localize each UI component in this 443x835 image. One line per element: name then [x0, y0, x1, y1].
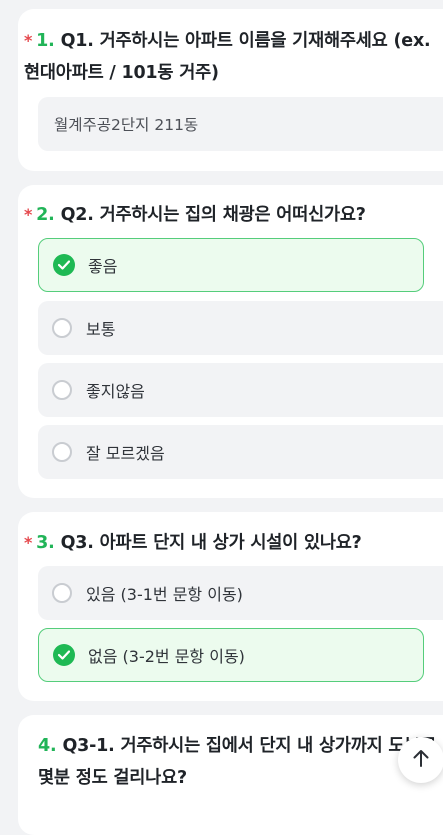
question-text: Q3. 아파트 단지 내 상가 시설이 있나요?	[60, 533, 362, 553]
question-text-line2: 몇분 정도 걸리나요?	[38, 768, 187, 788]
question-text-line2: 현대아파트 / 101동 거주)	[24, 63, 219, 83]
option-yes-facility[interactable]: 있음 (3-1번 문항 이동)	[38, 566, 443, 620]
question-title-4: 4. Q3-1. 거주하시는 집에서 단지 내 상가까지 도보로 몇분 정도 걸리…	[38, 730, 443, 794]
question-number: 3.	[36, 533, 55, 553]
required-mark: *	[24, 533, 33, 552]
question-text-line1: Q3-1. 거주하시는 집에서 단지 내 상가까지 도보로	[62, 736, 437, 756]
apartment-name-value: 월계주공2단지 211동	[54, 116, 199, 134]
question-text: Q2. 거주하시는 집의 채광은 어떠신가요?	[60, 205, 366, 225]
check-circle-icon	[53, 644, 75, 666]
radio-empty-icon	[52, 442, 72, 462]
option-label: 있음 (3-1번 문항 이동)	[86, 585, 243, 604]
question-title-3: * 3. Q3. 아파트 단지 내 상가 시설이 있나요?	[24, 527, 443, 559]
arrow-up-icon	[412, 748, 430, 772]
radio-empty-icon	[52, 380, 72, 400]
radio-empty-icon	[52, 318, 72, 338]
required-mark: *	[24, 31, 33, 50]
option-no-facility[interactable]: 없음 (3-2번 문항 이동)	[38, 628, 424, 682]
question-number: 2.	[36, 205, 55, 225]
option-label: 없음 (3-2번 문항 이동)	[88, 647, 245, 666]
question-card-2: * 2. Q2. 거주하시는 집의 채광은 어떠신가요? 좋음 보통 좋지않음 잘 …	[18, 185, 443, 498]
question-card-1: * 1. Q1. 거주하시는 아파트 이름을 기재해주세요 (ex. 현대아파트 /…	[18, 9, 443, 171]
option-label: 보통	[86, 320, 116, 339]
option-label: 잘 모르겠음	[86, 444, 165, 463]
question-number: 1.	[36, 31, 55, 51]
radio-empty-icon	[52, 583, 72, 603]
option-label: 좋지않음	[86, 382, 145, 401]
scroll-top-button[interactable]	[398, 737, 443, 783]
option-label: 좋음	[88, 257, 118, 276]
question-card-4: 4. Q3-1. 거주하시는 집에서 단지 내 상가까지 도보로 몇분 정도 걸리…	[18, 715, 443, 835]
option-not-sure[interactable]: 잘 모르겠음	[38, 425, 443, 479]
option-good[interactable]: 좋음	[38, 238, 424, 292]
check-circle-icon	[53, 254, 75, 276]
question-card-3: * 3. Q3. 아파트 단지 내 상가 시설이 있나요? 있음 (3-1번 문항 …	[18, 512, 443, 701]
question-title-1: * 1. Q1. 거주하시는 아파트 이름을 기재해주세요 (ex. 현대아파트 /…	[24, 25, 443, 89]
apartment-name-input[interactable]: 월계주공2단지 211동	[38, 97, 443, 151]
option-normal[interactable]: 보통	[38, 301, 443, 355]
question-number: 4.	[38, 736, 57, 756]
option-not-good[interactable]: 좋지않음	[38, 363, 443, 417]
required-mark: *	[24, 205, 33, 224]
question-text-line1: Q1. 거주하시는 아파트 이름을 기재해주세요 (ex.	[60, 31, 431, 51]
question-title-2: * 2. Q2. 거주하시는 집의 채광은 어떠신가요?	[24, 199, 443, 231]
